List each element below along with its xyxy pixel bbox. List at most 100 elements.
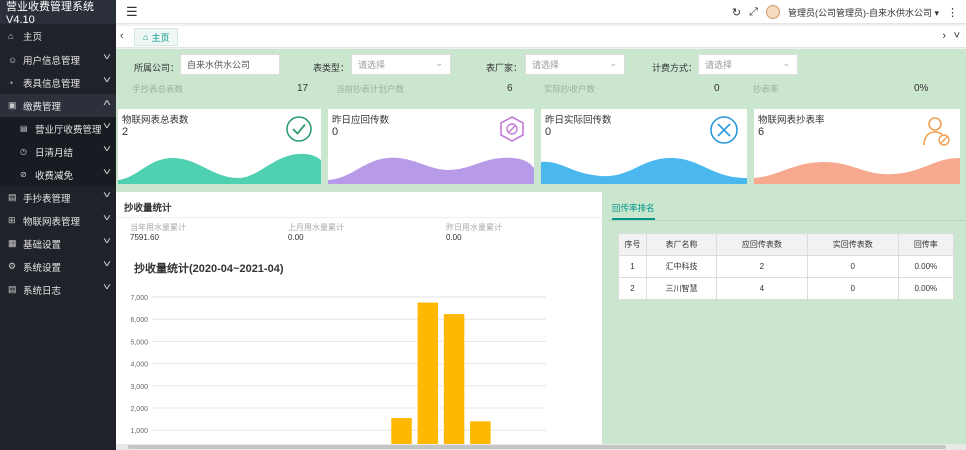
table-cell: 2 xyxy=(618,277,647,300)
stats-row: 手抄表总表数 17 当前抄表计划户数 6 实际抄收户数 0 抄表率 0% xyxy=(116,83,966,99)
tab-return-rate-ranking[interactable]: 回传率排名 xyxy=(612,202,655,220)
clock-icon: ◷ xyxy=(20,147,27,156)
table-cell: 0 xyxy=(806,277,899,300)
card-iot-read-rate: 物联网表抄表率 6 xyxy=(754,109,960,184)
chart-bar[interactable] xyxy=(417,302,439,450)
card-title: 昨日实际回传数 xyxy=(545,115,612,126)
y-tick-label: 2,000 xyxy=(130,406,148,413)
sidebar-item-label: 缴费管理 xyxy=(23,101,62,113)
company-value: 自来水供水公司 xyxy=(187,60,251,70)
sidebar-item-user-info[interactable]: ☺ 用户信息管理 ˅ xyxy=(0,48,116,71)
select-caret-icon: ⌄ xyxy=(435,58,443,68)
table-cell: 0.00% xyxy=(897,255,955,278)
sidebar-item-label: 系统设置 xyxy=(23,262,62,274)
chevron-down-icon: ˅ xyxy=(102,167,112,178)
billing-select[interactable]: 请选择 ⌄ xyxy=(698,54,798,75)
usage-value: 7591.60 xyxy=(130,233,159,242)
billing-placeholder: 请选择 xyxy=(705,60,733,70)
billing-label: 计费方式： xyxy=(652,63,698,73)
chevron-down-icon: ˅ xyxy=(102,259,112,270)
scrollbar-thumb[interactable] xyxy=(128,445,946,449)
caret-down-icon: ▾ xyxy=(934,7,939,18)
app-brand: 营业收费管理系统 V4.10 xyxy=(0,0,116,26)
stat-label: 当前抄表计划户数 xyxy=(336,84,405,94)
sidebar-item-daily-close[interactable]: ◷ 日清月结 ˅ xyxy=(0,140,116,163)
chevron-down-icon: ˅ xyxy=(102,121,112,132)
usage-value: 0.00 xyxy=(446,233,462,242)
tab-home[interactable]: ⌂ 主页 xyxy=(134,28,179,46)
column-header: 回传率 xyxy=(897,233,955,256)
menu-toggle-icon[interactable]: ☰ xyxy=(126,4,138,20)
usage-label: 昨日用水量累计 xyxy=(446,223,502,232)
sidebar-item-manual-meter[interactable]: ▤ 手抄表管理 ˅ xyxy=(0,186,116,209)
hexagon-block-icon xyxy=(500,116,524,142)
card-wave xyxy=(328,157,534,184)
filter-bar: 所属公司： 自来水供水公司 表类型： 请选择 ⌄ 表厂家： 请选择 ⌄ 计费方式… xyxy=(116,54,966,78)
avatar[interactable] xyxy=(765,5,780,19)
grid-icon: ▦ xyxy=(8,238,17,248)
meter-type-select[interactable]: 请选择 ⌄ xyxy=(351,54,451,75)
table-row[interactable]: 1 汇中科技 2 0 0.00% xyxy=(618,255,955,278)
sidebar-item-label: 用户信息管理 xyxy=(23,55,81,67)
stat-value: 17 xyxy=(297,83,309,94)
ranking-table: 序号 表厂名称 应回传表数 实回传表数 回传率 1 汇中科技 2 0 0.00%… xyxy=(618,233,955,300)
sidebar-item-meter-info[interactable]: ◔ 表具信息管理 ˅ xyxy=(0,71,116,94)
stat-value: 6 xyxy=(507,83,513,94)
gear-icon: ⚙ xyxy=(8,261,17,271)
sidebar-item-counter-billing[interactable]: ▤ 营业厅收费管理 ˅ xyxy=(0,117,116,140)
card-wave xyxy=(118,153,321,184)
user-icon: ☺ xyxy=(8,54,18,65)
chart-bar[interactable] xyxy=(443,314,465,450)
refresh-icon[interactable]: ↻ xyxy=(732,6,741,19)
card-yesterday-expected: 昨日应回传数 0 xyxy=(328,109,534,184)
chevron-left-icon[interactable]: ‹ xyxy=(120,30,124,42)
chevron-up-icon: ˄ xyxy=(102,98,112,109)
user-menu[interactable]: 管理员(公司管理员)-自来水供水公司 ▾ xyxy=(788,6,939,19)
chevron-down-icon: ˅ xyxy=(102,52,112,63)
sidebar-item-label: 营业厅收费管理 xyxy=(35,124,102,136)
sidebar-item-iot-meter[interactable]: ⊞ 物联网表管理 ˅ xyxy=(0,209,116,232)
y-tick-label: 1,000 xyxy=(130,428,148,435)
chevron-right-icon[interactable]: › xyxy=(942,30,946,42)
sidebar-item-home[interactable]: ⌂ 主页 xyxy=(0,24,116,48)
x-circle-icon xyxy=(710,116,738,144)
y-tick-label: 4,000 xyxy=(130,362,148,369)
sidebar-item-basic-settings[interactable]: ▦ 基础设置 ˅ xyxy=(0,232,116,255)
sidebar-item-fee-reduction[interactable]: ⊘ 收费减免 ˅ xyxy=(0,163,116,186)
card-title: 昨日应回传数 xyxy=(332,115,390,126)
usage-label: 上月用水量累计 xyxy=(288,223,344,232)
stat-value: 0 xyxy=(714,83,720,94)
sidebar-item-system-settings[interactable]: ⚙ 系统设置 ˅ xyxy=(0,255,116,278)
company-field[interactable]: 自来水供水公司 xyxy=(180,54,280,75)
sidebar-item-system-log[interactable]: ▤ 系统日志 ˅ xyxy=(0,278,116,301)
chart-title: 抄收量统计(2020-04~2021-04) xyxy=(134,263,284,275)
chevron-down-icon[interactable]: ˅ xyxy=(954,30,960,42)
more-vertical-icon[interactable]: ⋮ xyxy=(947,6,958,19)
chevron-down-icon: ˅ xyxy=(102,190,112,201)
manufacturer-select[interactable]: 请选择 ⌄ xyxy=(525,54,625,75)
discount-icon: ⊘ xyxy=(20,170,27,179)
table-cell: 汇中科技 xyxy=(646,255,717,278)
table-row[interactable]: 2 三川智慧 4 0 0.00% xyxy=(618,277,955,300)
user-block-icon xyxy=(923,117,950,146)
horizontal-scrollbar[interactable] xyxy=(116,444,966,450)
sidebar-item-label: 系统日志 xyxy=(23,285,62,297)
manufacturer-label: 表厂家： xyxy=(486,63,523,73)
tab-bar: ‹ ⌂ 主页 › ˅ xyxy=(116,26,966,48)
column-header: 实回传表数 xyxy=(806,233,899,256)
stat-label: 抄表率 xyxy=(753,84,779,94)
y-tick-label: 3,000 xyxy=(130,384,148,391)
top-right-tools: ↻ ⤢ 管理员(公司管理员)-自来水供水公司 ▾ ⋮ xyxy=(732,0,958,24)
sidebar-item-payment[interactable]: ▣ 缴费管理 ˄ xyxy=(0,94,116,117)
sidebar-item-label: 物联网表管理 xyxy=(23,216,81,228)
chevron-down-icon: ˅ xyxy=(102,213,112,224)
user-name: 管理员(公司管理员)-自来水供水公司 xyxy=(787,7,932,18)
manufacturer-placeholder: 请选择 xyxy=(532,60,560,70)
column-header: 表厂名称 xyxy=(646,233,717,256)
usage-bar-chart: 1,000 2,000 3,000 4,000 5,000 6,000 7,000 xyxy=(130,295,546,450)
home-icon: ⌂ xyxy=(143,32,149,42)
doc-icon: ▤ xyxy=(8,192,17,202)
fullscreen-icon[interactable]: ⤢ xyxy=(749,6,758,19)
stat-label: 手抄表总表数 xyxy=(132,84,184,94)
sidebar-nav: ⌂ 主页 ☺ 用户信息管理 ˅ ◔ 表具信息管理 ˅ ▣ 缴费管理 ˄ ▤ 营业… xyxy=(0,24,116,301)
